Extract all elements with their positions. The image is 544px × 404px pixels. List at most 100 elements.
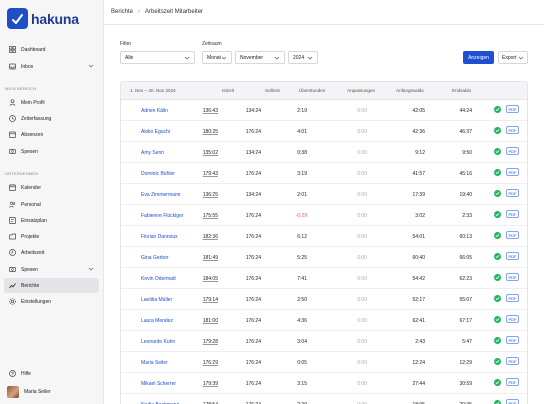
sidebar-item-kalender[interactable]: Kalender: [4, 180, 99, 195]
cell-istzeit[interactable]: 181:49: [203, 255, 218, 261]
filter-select[interactable]: Alle: [120, 51, 195, 64]
employee-name-link[interactable]: Laura Mendez: [141, 318, 173, 324]
cell-istzeit[interactable]: 181:00: [203, 318, 218, 324]
table-row[interactable]: Gina Gerber 181:49 176:24 5:25 0:00 60:40 66:0…: [121, 247, 527, 268]
table-row[interactable]: Dominic Bühler 179:43 176:24 3:19 0:00 41:57 4…: [121, 163, 527, 184]
employee-name-link[interactable]: Akiko Eguchi: [141, 129, 170, 135]
cell-istzeit[interactable]: 175:55: [203, 213, 218, 219]
cell-anpassungen: 0:00: [357, 150, 367, 156]
cell-istzeit[interactable]: 135:02: [203, 150, 218, 156]
sidebar-item-label: Kalender: [21, 184, 42, 191]
cell-endsaldo: 45:16: [459, 171, 472, 177]
period-type-select[interactable]: Monat: [202, 51, 232, 64]
sidebar-item-absenzen[interactable]: Absenzen: [4, 127, 99, 142]
table-row[interactable]: Akiko Eguchi 180:25 176:24 4:01 0:00 42:36 46:…: [121, 121, 527, 142]
cell-istzeit[interactable]: 182:36: [203, 234, 218, 240]
user-menu[interactable]: Maria Seiler: [7, 386, 51, 398]
employee-name-link[interactable]: Maria Seiler: [141, 360, 168, 366]
expenses-icon: [8, 266, 16, 274]
cell-sollzeit: 176:24: [245, 234, 261, 240]
reports-icon: [8, 282, 16, 290]
check-circle-icon: [494, 127, 501, 134]
sidebar-item-inbox[interactable]: Inbox: [4, 59, 99, 74]
pdf-button[interactable]: PDF: [506, 294, 519, 302]
employee-name-link[interactable]: Florian Dannoux: [141, 234, 178, 240]
check-circle-icon: [494, 232, 501, 239]
sidebar-item-spesen-company[interactable]: Spesen: [4, 262, 99, 277]
sidebar-item-projekte[interactable]: Projekte: [4, 229, 99, 244]
pdf-button[interactable]: PDF: [506, 336, 519, 344]
logo[interactable]: hakuna: [7, 8, 79, 29]
table-row[interactable]: Nadia Bachmann178:54176:242:300:0018:052…: [121, 394, 527, 404]
employee-name-link[interactable]: Mikael Scherrer: [141, 381, 176, 387]
sidebar-item-arbeitszeit[interactable]: Arbeitszeit: [4, 245, 99, 260]
sidebar-item-mein-profil[interactable]: Mein Profil: [4, 95, 99, 110]
table-row[interactable]: Florian Dannoux 182:36 176:24 6:12 0:00 54:01…: [121, 226, 527, 247]
table-row[interactable]: Kevin Odermatt 184:05 176:24 7:41 0:00 54:42 6…: [121, 268, 527, 289]
breadcrumb-parent[interactable]: Berichte: [111, 9, 133, 15]
pdf-button[interactable]: PDF: [506, 252, 519, 260]
sidebar-item-dashboard[interactable]: Dashboard: [4, 42, 99, 57]
cell-istzeit[interactable]: 179:43: [203, 171, 218, 177]
month-select[interactable]: November: [235, 51, 285, 64]
period-type-value: Monat: [207, 54, 221, 61]
export-button[interactable]: Export: [498, 51, 528, 64]
cell-ueberstunden: 0:38: [297, 150, 307, 156]
cell-istzeit[interactable]: 179:14: [203, 297, 218, 303]
employee-name-link[interactable]: Dominic Bühler: [141, 171, 175, 177]
table-row[interactable]: Eva Zimmermann 136:25 134:24 2:01 0:00 17:39 1…: [121, 184, 527, 205]
cell-istzeit[interactable]: 179:28: [203, 339, 218, 345]
employee-name-link[interactable]: Kevin Odermatt: [141, 276, 176, 282]
show-button[interactable]: Anzeigen: [463, 51, 494, 64]
cell-sollzeit: 176:24: [245, 129, 261, 135]
employee-name-link[interactable]: Amy Senn: [141, 150, 164, 156]
cell-endsaldo: 44:24: [459, 108, 472, 114]
sidebar-item-spesen[interactable]: Spesen: [4, 144, 99, 159]
table-row[interactable]: Laura Mendez 181:00 176:24 4:36 0:00 62:41 67:…: [121, 310, 527, 331]
pdf-button[interactable]: PDF: [506, 147, 519, 155]
pdf-button[interactable]: PDF: [506, 315, 519, 323]
table-row[interactable]: Amy Senn 135:02 134:24 0:38 0:00 9:12 9:50 PDF: [121, 142, 527, 163]
table-row[interactable]: Leonardo Kuhn 179:28 176:24 3:04 0:00 2:43 5:4…: [121, 331, 527, 352]
pdf-button[interactable]: PDF: [506, 273, 519, 281]
export-label: Export: [502, 54, 517, 61]
pdf-button[interactable]: PDF: [506, 378, 519, 386]
cell-istzeit[interactable]: 179:39: [203, 381, 218, 387]
employee-name-link[interactable]: Fabienne Flückiger: [141, 213, 184, 219]
pdf-button[interactable]: PDF: [506, 399, 519, 404]
sidebar-item-hilfe[interactable]: Hilfe: [4, 366, 99, 381]
cell-istzeit[interactable]: 180:25: [203, 129, 218, 135]
employee-name-link[interactable]: Leonardo Kuhn: [141, 339, 175, 345]
table-row[interactable]: Laetitia Müller 179:14 176:24 2:50 0:00 52:17…: [121, 289, 527, 310]
pdf-button[interactable]: PDF: [506, 210, 519, 218]
table-row[interactable]: Fabienne Flückiger 175:55 176:24 -0:29 0:00 3…: [121, 205, 527, 226]
cell-ueberstunden: 4:36: [297, 318, 307, 324]
employee-name-link[interactable]: Gina Gerber: [141, 255, 169, 261]
table-row[interactable]: Adrien Kälin 136:43 134:24 2:19 0:00 42:05 44:…: [121, 100, 527, 121]
cell-istzeit[interactable]: 136:25: [203, 192, 218, 198]
sidebar-item-personal[interactable]: Personal: [4, 197, 99, 212]
employee-name-link[interactable]: Laetitia Müller: [141, 297, 172, 303]
sidebar-item-berichte[interactable]: Berichte: [4, 278, 99, 293]
sidebar-item-einsatzplan[interactable]: Einsatzplan: [4, 213, 99, 228]
pdf-button[interactable]: PDF: [506, 105, 519, 113]
table-row[interactable]: Maria Seiler 176:29 176:24 0:05 0:00 12:24 12:…: [121, 352, 527, 373]
cell-sollzeit: 134:24: [245, 150, 261, 156]
sidebar-item-zeiterfassung[interactable]: Zeiterfassung: [4, 111, 99, 126]
table-row[interactable]: Mikael Scherrer 179:39 176:24 3:15 0:00 27:44…: [121, 373, 527, 394]
pdf-button[interactable]: PDF: [506, 231, 519, 239]
employee-name-link[interactable]: Eva Zimmermann: [141, 192, 180, 198]
pdf-button[interactable]: PDF: [506, 357, 519, 365]
cell-anpassungen: 0:00: [357, 297, 367, 303]
section-label-mein-bereich: MEIN BEREICH: [5, 86, 37, 91]
employee-name-link[interactable]: Adrien Kälin: [141, 108, 168, 114]
cell-istzeit[interactable]: 184:05: [203, 276, 218, 282]
cell-istzeit[interactable]: 136:43: [203, 108, 218, 114]
pdf-button[interactable]: PDF: [506, 189, 519, 197]
pdf-button[interactable]: PDF: [506, 126, 519, 134]
cell-istzeit[interactable]: 176:29: [203, 360, 218, 366]
year-select[interactable]: 2024: [288, 51, 318, 64]
pdf-button[interactable]: PDF: [506, 168, 519, 176]
month-value: November: [240, 54, 264, 61]
sidebar-item-einstellungen[interactable]: Einstellungen: [4, 294, 99, 309]
